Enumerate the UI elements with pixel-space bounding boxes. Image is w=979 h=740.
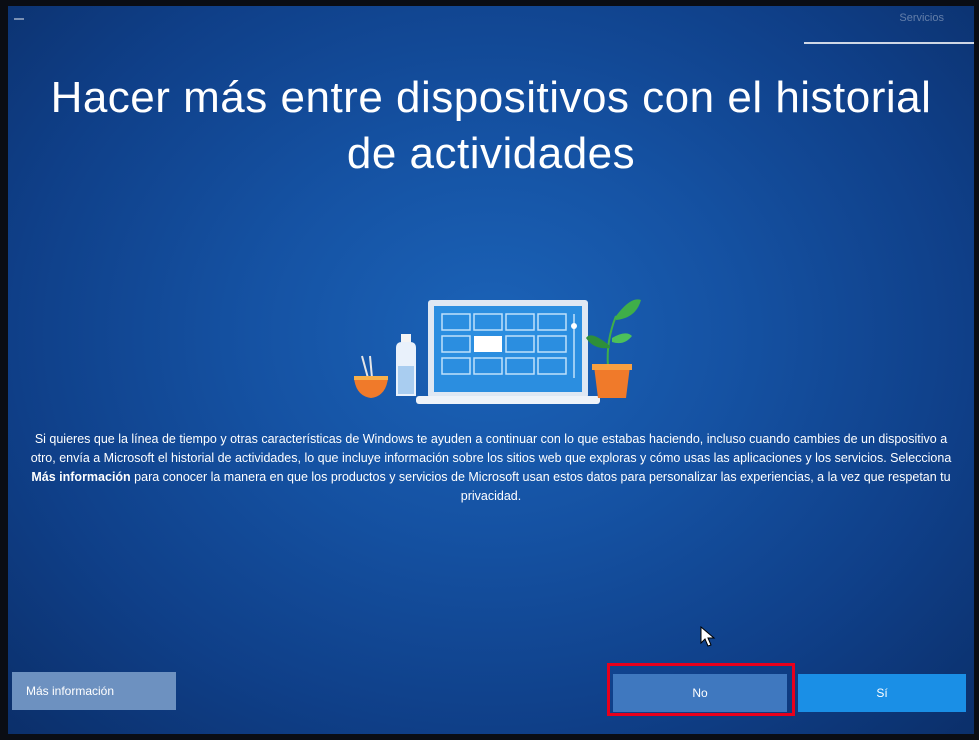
- description-text: Si quieres que la línea de tiempo y otra…: [30, 430, 952, 506]
- page-title: Hacer más entre dispositivos con el hist…: [50, 73, 932, 178]
- laptop-icon: [416, 300, 600, 404]
- bowl-icon: [354, 355, 388, 398]
- description-part-2: para conocer la manera en que los produc…: [130, 470, 951, 503]
- description-part-1: Si quieres que la línea de tiempo y otra…: [30, 432, 952, 465]
- yes-button[interactable]: Sí: [798, 674, 966, 712]
- description-more-info-emphasis: Más información: [31, 470, 131, 484]
- progress-step-label: Servicios: [899, 12, 944, 24]
- plant-icon: [586, 299, 641, 398]
- bottle-icon: [396, 334, 416, 396]
- oobe-screen: Servicios Hacer más entre dispositivos c…: [8, 6, 974, 734]
- more-info-button[interactable]: Más información: [12, 672, 176, 710]
- top-bar: Servicios: [8, 6, 974, 46]
- no-button[interactable]: No: [613, 674, 787, 712]
- back-icon[interactable]: [14, 18, 24, 20]
- progress-indicator: [804, 42, 974, 44]
- mouse-pointer-icon: [700, 626, 716, 647]
- activity-history-illustration: [354, 299, 641, 404]
